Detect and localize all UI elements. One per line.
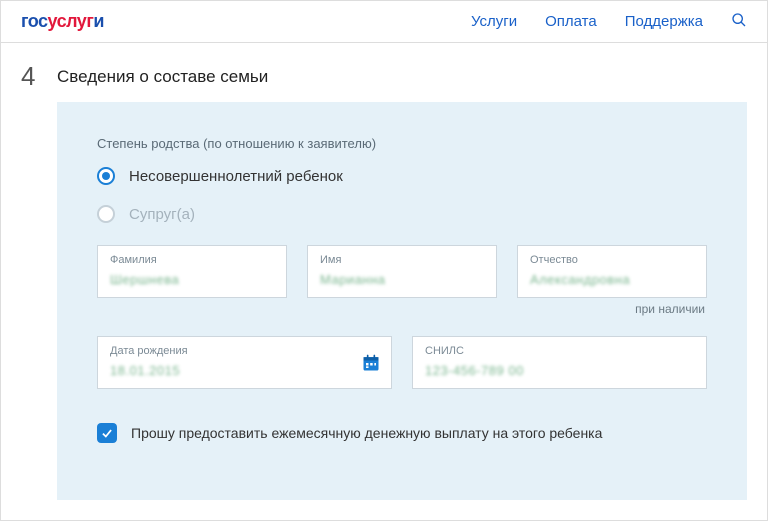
payment-checkbox-row: Прошу предоставить ежемесячную денежную … bbox=[97, 423, 707, 443]
surname-label: Фамилия bbox=[110, 254, 274, 266]
header: госуслуги Услуги Оплата Поддержка bbox=[1, 1, 767, 43]
radio-minor-child[interactable] bbox=[97, 167, 115, 185]
patronymic-value: Александровна bbox=[530, 272, 694, 287]
payment-checkbox[interactable] bbox=[97, 423, 117, 443]
name-label: Имя bbox=[320, 254, 484, 266]
patronymic-field[interactable]: Отчество Александровна bbox=[517, 245, 707, 298]
patronymic-helper: при наличии bbox=[97, 302, 705, 316]
nav-services[interactable]: Услуги bbox=[471, 13, 517, 30]
name-field[interactable]: Имя Марианна bbox=[307, 245, 497, 298]
snils-field[interactable]: СНИЛС 123-456-789 00 bbox=[412, 336, 707, 389]
radio-minor-child-label: Несовершеннолетний ребенок bbox=[129, 168, 343, 185]
name-value: Марианна bbox=[320, 272, 484, 287]
payment-checkbox-label: Прошу предоставить ежемесячную денежную … bbox=[131, 425, 602, 441]
birthdate-value: 18.01.2015 bbox=[110, 363, 379, 378]
calendar-icon[interactable] bbox=[361, 353, 381, 373]
form-panel: Степень родства (по отношению к заявител… bbox=[57, 102, 747, 500]
snils-label: СНИЛС bbox=[425, 345, 694, 357]
patronymic-label: Отчество bbox=[530, 254, 694, 266]
nav-support[interactable]: Поддержка bbox=[625, 13, 703, 30]
logo[interactable]: госуслуги bbox=[21, 11, 104, 32]
top-nav: Услуги Оплата Поддержка bbox=[471, 12, 747, 31]
radio-spouse bbox=[97, 205, 115, 223]
birthdate-field[interactable]: Дата рождения 18.01.2015 bbox=[97, 336, 392, 389]
search-icon[interactable] bbox=[731, 12, 747, 31]
step-title: Сведения о составе семьи bbox=[57, 61, 268, 87]
birthdate-label: Дата рождения bbox=[110, 345, 379, 357]
relationship-radio-group: Несовершеннолетний ребенок Супруг(а) bbox=[97, 167, 707, 223]
relationship-caption: Степень родства (по отношению к заявител… bbox=[97, 136, 707, 151]
surname-field[interactable]: Фамилия Шершнева bbox=[97, 245, 287, 298]
snils-value: 123-456-789 00 bbox=[425, 363, 694, 378]
radio-spouse-label: Супруг(а) bbox=[129, 206, 195, 223]
nav-payment[interactable]: Оплата bbox=[545, 13, 597, 30]
step-number: 4 bbox=[21, 61, 57, 92]
surname-value: Шершнева bbox=[110, 272, 274, 287]
step-header: 4 Сведения о составе семьи bbox=[1, 43, 767, 102]
